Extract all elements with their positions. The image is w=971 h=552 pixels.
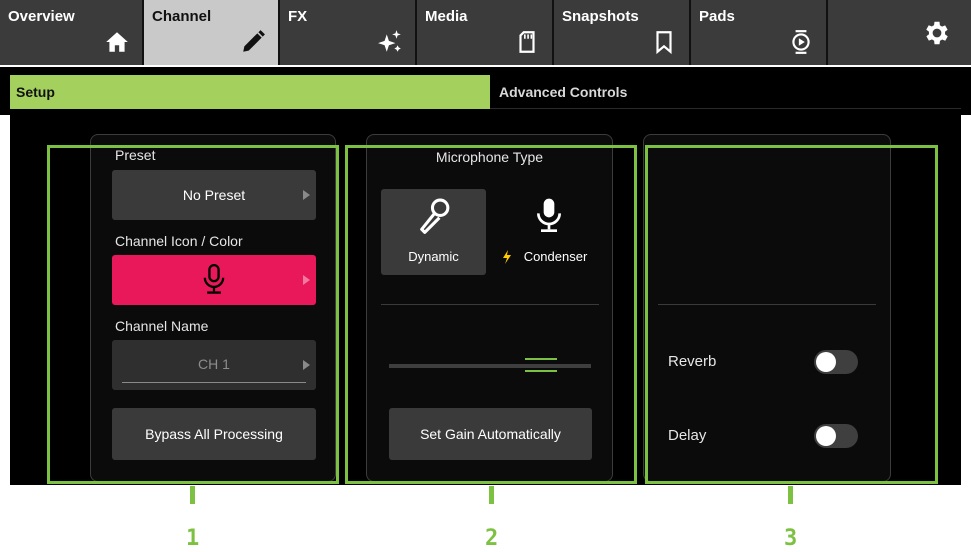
tab-snapshots-label: Snapshots [562,8,639,25]
annotation-tick-1 [190,486,195,504]
channel-name-label: Channel Name [115,318,209,334]
annotation-tick-2 [489,486,494,504]
tab-advanced-controls-label: Advanced Controls [499,84,628,100]
reverb-toggle[interactable] [814,350,858,374]
preset-selector[interactable]: No Preset [112,170,316,220]
set-gain-automatically-label: Set Gain Automatically [420,426,561,442]
condenser-mic-icon [537,198,561,232]
reverb-label: Reverb [668,353,717,370]
toggle-knob [816,426,836,446]
microphone-icon [203,264,225,294]
gain-slider-handle-line[interactable] [525,358,557,360]
preset-label: Preset [115,147,156,163]
gain-slider-handle-line[interactable] [525,370,557,372]
tab-media-label: Media [425,8,468,25]
annotation-number-2: 2 [485,526,499,551]
tab-media[interactable]: Media [417,0,554,65]
annotation-number-1: 1 [186,526,200,551]
channel-icon-color-selector[interactable] [112,255,316,305]
divider [658,304,876,305]
tab-overview-label: Overview [8,8,75,25]
toggle-knob [816,352,836,372]
bypass-all-processing-button[interactable]: Bypass All Processing [112,408,316,460]
gain-slider-track[interactable] [389,364,591,368]
mic-type-condenser-label: Condenser [523,249,588,264]
sd-card-icon [519,31,535,53]
tab-pads[interactable]: Pads [691,0,828,65]
annotation-number-3: 3 [784,526,798,551]
tab-pads-label: Pads [699,8,735,25]
chevron-right-icon [303,190,310,200]
dynamic-mic-icon [420,198,450,234]
annotation-tick-3 [788,486,793,504]
divider [381,304,599,305]
pencil-icon [243,30,265,52]
channel-name-value: CH 1 [198,356,230,372]
delay-toggle[interactable] [814,424,858,448]
microphone-type-title: Microphone Type [435,149,544,165]
tab-setup-label: Setup [16,84,55,100]
settings-button[interactable] [828,0,971,65]
preset-value: No Preset [182,187,246,203]
tab-fx[interactable]: FX [280,0,417,65]
chevron-right-icon [303,275,310,285]
sparkle-icon [378,30,401,52]
delay-label: Delay [668,427,707,444]
mic-type-dynamic-label: Dynamic [408,249,459,264]
tab-channel-label: Channel [152,8,212,25]
home-icon [106,32,128,52]
chevron-right-icon [303,360,310,370]
tab-channel[interactable]: Channel [144,0,280,65]
gear-icon [926,21,948,45]
tab-overview[interactable]: Overview [0,0,144,65]
tab-snapshots[interactable]: Snapshots [554,0,691,65]
mic-type-condenser[interactable]: Condenser [496,189,601,275]
input-underline [122,382,306,383]
top-navigation: Overview Channel FX Media Snapshots Pads [0,0,971,65]
channel-icon-color-label: Channel Icon / Color [115,233,243,249]
pads-icon [792,30,810,54]
bookmark-icon [656,31,672,55]
mic-type-dynamic[interactable]: Dynamic [381,189,486,275]
tab-advanced-controls[interactable]: Advanced Controls [490,75,961,109]
tab-setup[interactable]: Setup [10,75,490,109]
set-gain-automatically-button[interactable]: Set Gain Automatically [389,408,592,460]
tab-fx-label: FX [288,8,308,25]
channel-name-field[interactable]: CH 1 [112,340,316,390]
subtab-bar: Setup Advanced Controls [0,67,971,115]
bypass-all-processing-label: Bypass All Processing [145,426,283,442]
